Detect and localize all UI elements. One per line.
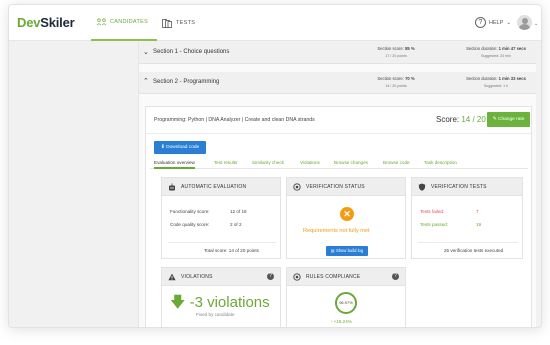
compliance-delta: ↑ +15.24% — [330, 319, 352, 324]
tests-passed-value: 19 — [476, 222, 482, 227]
violations-panel: VIOLATIONS ? 🡇 -3 violations Fixed by ca… — [161, 267, 281, 327]
panel-title: VERIFICATION TESTS — [431, 184, 487, 190]
tab-similarity-check[interactable]: Similarity check — [252, 158, 284, 169]
panel-title: VERIFICATION STATUS — [306, 184, 365, 190]
violations-sub: Fixed by candidate — [196, 312, 235, 317]
tab-browse-changes[interactable]: Browse changes — [334, 158, 368, 169]
section-title: Section 2 - Programming — [153, 79, 220, 85]
chevron-down-icon: ⌄ — [506, 19, 511, 26]
tab-test-results[interactable]: Test results — [214, 158, 237, 169]
section-1-row[interactable]: ⌄ Section 1 - Choice questions Section s… — [139, 42, 536, 64]
robot-icon — [169, 183, 175, 191]
panel-header: RULES COMPLIANCE ? — [287, 268, 405, 286]
nav-candidates[interactable]: CANDIDATES — [91, 5, 157, 41]
warning-icon — [168, 273, 176, 281]
tests-passed-label: Tests passed: — [420, 222, 449, 227]
total-score: Total score: 14 of 20 points — [204, 248, 259, 253]
divider — [168, 242, 276, 243]
show-build-log-button[interactable]: ▤ Show build log — [326, 246, 368, 256]
status-text: Requirements not fully met — [303, 228, 370, 234]
main-content: ⌄ Section 1 - Choice questions Section s… — [138, 42, 536, 327]
quality-label: Code quality score: — [170, 222, 210, 227]
section-2-row[interactable]: ⌃ Section 2 - Programming Section score:… — [139, 72, 536, 94]
divider — [418, 242, 518, 243]
section-duration: Section duration: 1 min 33 secs Suggeste… — [466, 76, 526, 88]
app-window: DevSkiler CANDIDATES TESTS ? HELP ⌄ ⌄ ⌄ … — [8, 4, 542, 328]
help-icon[interactable]: ? — [267, 273, 274, 280]
logo[interactable]: DevSkiler — [17, 15, 75, 30]
edit-icon: ✎ — [492, 117, 497, 122]
nav-tests[interactable]: TESTS — [162, 5, 195, 41]
rules-compliance-panel: RULES COMPLIANCE ? 96.97% ↑ +15.24% — [286, 267, 406, 327]
section-score: Section score: 85 % 17 / 20 points — [377, 46, 415, 58]
download-code-button[interactable]: ⬇ Download code — [154, 141, 206, 154]
tab-browse-code[interactable]: Browse code — [383, 158, 410, 169]
tests-executed: 26 verification tests executed — [444, 248, 504, 253]
user-avatar[interactable] — [517, 15, 532, 30]
log-icon: ▤ — [330, 248, 335, 253]
panel-header: AUTOMATIC EVALUATION — [162, 178, 280, 196]
avatar-head — [521, 17, 528, 24]
help-menu[interactable]: ? HELP ⌄ — [475, 17, 511, 28]
section-score: Section score: 70 % 14 / 20 points — [377, 76, 415, 88]
target-icon — [293, 273, 301, 281]
shield-icon — [418, 183, 426, 191]
task-card: Programming: Python | DNA Analyzer | Cre… — [145, 106, 532, 327]
arrow-up-icon: ↑ — [330, 319, 333, 324]
candidates-icon — [97, 18, 106, 26]
help-icon[interactable]: ? — [392, 273, 399, 280]
section-title: Section 1 - Choice questions — [153, 49, 230, 55]
warning-x-icon: ✕ — [340, 207, 354, 221]
automatic-evaluation-panel: AUTOMATIC EVALUATION Functionality score… — [161, 177, 281, 259]
verification-status-panel: VERIFICATION STATUS ✕ Requirements not f… — [286, 177, 406, 259]
compliance-ring: 96.97% — [335, 292, 357, 314]
arrow-down-icon: 🡇 — [170, 294, 186, 311]
download-icon: ⬇ — [160, 145, 165, 150]
functionality-value: 12 of 18 — [230, 209, 247, 214]
tests-failed-label: Tests failed: — [420, 209, 445, 214]
chevron-up-icon[interactable]: ⌃ — [143, 77, 149, 85]
tab-violations[interactable]: Violations — [300, 158, 320, 169]
quality-value: 2 of 2 — [230, 222, 242, 227]
target-icon — [293, 183, 301, 191]
tests-icon — [162, 18, 172, 28]
task-title: Programming: Python | DNA Analyzer | Cre… — [154, 117, 315, 123]
chevron-down-icon[interactable]: ⌄ — [143, 48, 149, 56]
top-navigation: DevSkiler CANDIDATES TESTS ? HELP ⌄ ⌄ — [9, 5, 541, 41]
panel-header: VIOLATIONS ? — [162, 268, 280, 286]
tab-task-description[interactable]: Task description — [424, 158, 457, 169]
nav-tests-label: TESTS — [176, 20, 196, 26]
tab-evaluation-overview[interactable]: Evaluation overview — [154, 158, 195, 169]
task-score: Score: 14 / 20 — [436, 115, 486, 124]
panel-header: VERIFICATION TESTS — [412, 178, 522, 196]
nav-candidates-label: CANDIDATES — [110, 19, 149, 25]
tests-failed-value: 7 — [476, 209, 479, 214]
panel-header: VERIFICATION STATUS — [287, 178, 405, 196]
help-icon: ? — [475, 17, 486, 28]
panel-title: AUTOMATIC EVALUATION — [181, 184, 247, 190]
task-tabs: Evaluation overview Test results Similar… — [150, 158, 528, 169]
panel-title: VIOLATIONS — [181, 274, 213, 280]
functionality-label: Functionality score: — [170, 209, 210, 214]
avatar-caret-icon[interactable]: ⌄ — [534, 21, 538, 27]
task-header: Programming: Python | DNA Analyzer | Cre… — [146, 107, 531, 134]
verification-tests-panel: VERIFICATION TESTS Tests failed: 7 Tests… — [411, 177, 523, 259]
change-rate-button[interactable]: ✎ Change rate — [487, 112, 530, 127]
section-duration: Section duration: 1 min 47 secs Suggeste… — [466, 46, 526, 58]
avatar-body — [519, 24, 530, 30]
panel-title: RULES COMPLIANCE — [306, 274, 361, 280]
help-label: HELP — [489, 19, 504, 26]
